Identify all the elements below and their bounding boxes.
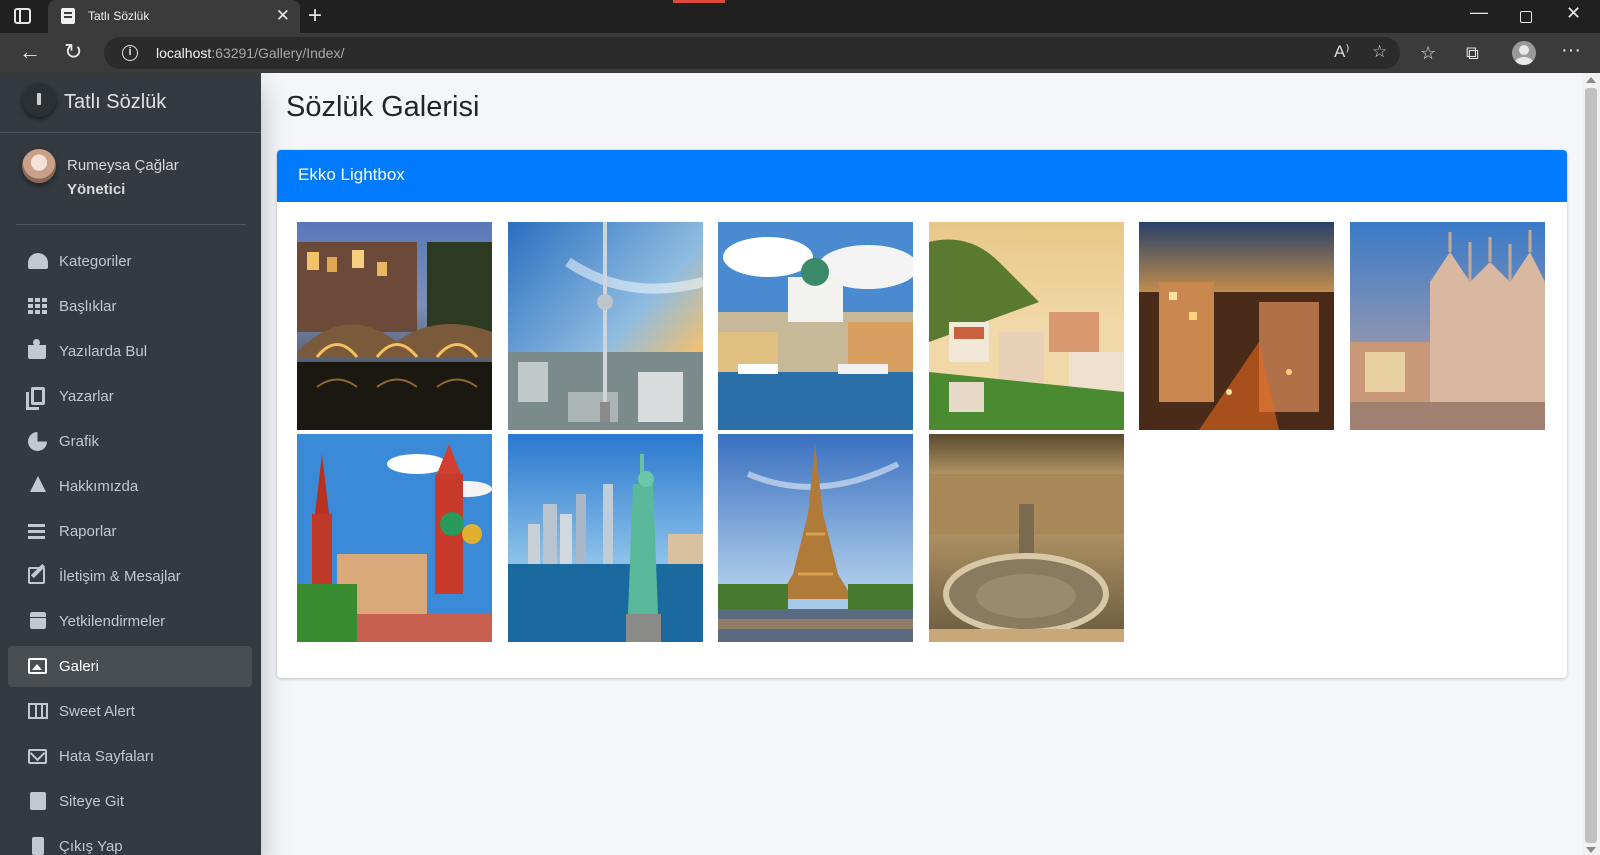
read-aloud-icon[interactable]: A⁾ <box>1334 42 1350 62</box>
gallery-card: Ekko Lightbox <box>277 150 1567 678</box>
lisbon-hillside-photo[interactable] <box>929 222 1124 430</box>
user-panel: Rumeysa Çağlar Yönetici <box>16 147 246 225</box>
paris-eiffel-photo[interactable] <box>718 434 913 642</box>
scroll-down-arrow-icon[interactable] <box>1586 847 1596 853</box>
favorites-icon[interactable]: ☆ <box>1420 43 1436 64</box>
sidebar-item-label: Başlıklar <box>59 298 117 315</box>
envelope-icon <box>28 749 47 764</box>
minimize-button[interactable]: — <box>1470 2 1488 23</box>
copy-icon <box>26 387 45 410</box>
madrid-night-photo[interactable] <box>1139 222 1334 430</box>
page-title: Sözlük Galerisi <box>286 91 480 123</box>
sidebar-item-label: Siteye Git <box>59 793 125 810</box>
tree-icon <box>30 476 46 492</box>
sidebar-item-label: Yazarlar <box>59 388 114 405</box>
berlin-tv-tower-photo[interactable] <box>508 222 703 430</box>
sidebar-item-label: Yetkilendirmeler <box>59 613 166 630</box>
user-name[interactable]: Rumeysa Çağlar <box>67 157 179 174</box>
sidebar-item-yetkilendirmeler[interactable]: Yetkilendirmeler <box>8 601 252 642</box>
card-header: Ekko Lightbox <box>277 150 1567 202</box>
vatican-square-photo[interactable] <box>929 434 1124 642</box>
book-reader-icon <box>28 339 46 359</box>
sidebar-nav: Kategoriler Başlıklar Yazılarda Bul Yaza… <box>8 241 252 855</box>
sidebar-item-label: Hata Sayfaları <box>59 748 155 765</box>
page-favicon-icon <box>61 8 75 24</box>
door-icon <box>32 837 44 855</box>
brand-logo-icon <box>22 83 56 117</box>
sidebar-item-hakkimizda[interactable]: Hakkımızda <box>8 466 252 507</box>
calendar-icon <box>30 612 46 629</box>
user-avatar <box>22 149 56 183</box>
back-arrow-icon[interactable]: ← <box>19 39 41 65</box>
page-scrollbar[interactable] <box>1582 73 1600 855</box>
sidebar-item-label: Sweet Alert <box>59 703 135 720</box>
card-title: Ekko Lightbox <box>298 165 405 184</box>
browser-tab[interactable]: Tatlı Sözlük ✕ <box>48 0 300 33</box>
sidebar-item-label: Kategoriler <box>59 253 132 270</box>
amsterdam-canal-photo[interactable] <box>297 222 492 430</box>
bars-icon <box>28 524 45 539</box>
tab-close-icon[interactable]: ✕ <box>276 6 290 26</box>
scroll-thumb[interactable] <box>1585 88 1597 843</box>
new-tab-button[interactable]: + <box>308 2 322 30</box>
moscow-kremlin-photo[interactable] <box>297 434 492 642</box>
url-field[interactable]: i localhost:63291/Gallery/Index/ A⁾ ☆ <box>104 37 1400 69</box>
sidebar-item-label: Çıkış Yap <box>59 838 123 855</box>
edit-icon <box>28 567 45 584</box>
milan-cathedral-photo[interactable] <box>1350 222 1545 430</box>
url-host: localhost <box>156 45 212 61</box>
new-york-liberty-photo[interactable] <box>508 434 703 642</box>
image-icon <box>28 658 47 674</box>
tab-title: Tatlı Sözlük <box>88 9 150 23</box>
sidebar-item-galeri[interactable]: Galeri <box>8 646 252 687</box>
sidebar-item-basliklar[interactable]: Başlıklar <box>8 286 252 327</box>
main-sidebar: Tatlı Sözlük Rumeysa Çağlar Yönetici Kat… <box>0 73 261 855</box>
tab-actions-icon[interactable] <box>14 8 31 24</box>
window-close-button[interactable]: ✕ <box>1566 3 1581 24</box>
address-bar: ← ↻ i localhost:63291/Gallery/Index/ A⁾ … <box>0 33 1600 73</box>
sidebar-item-label: Hakkımızda <box>59 478 139 495</box>
sidebar-item-label: Yazılarda Bul <box>59 343 148 360</box>
maximize-button[interactable] <box>1520 11 1532 23</box>
sidebar-item-sweet-alert[interactable]: Sweet Alert <box>8 691 252 732</box>
sidebar-item-iletisim[interactable]: İletişim & Mesajlar <box>8 556 252 597</box>
browser-tab-bar: Tatlı Sözlük ✕ + — ✕ <box>0 0 1600 33</box>
sidebar-item-label: İletişim & Mesajlar <box>59 568 181 585</box>
page-viewport: Tatlı Sözlük Rumeysa Çağlar Yönetici Kat… <box>0 73 1600 855</box>
gauge-icon <box>28 253 48 269</box>
sidebar-item-grafik[interactable]: Grafik <box>8 421 252 462</box>
sidebar-item-label: Grafik <box>59 433 100 450</box>
site-info-icon[interactable]: i <box>122 45 138 61</box>
sidebar-item-yazarlar[interactable]: Yazarlar <box>8 376 252 417</box>
sidebar-item-hata-sayfalari[interactable]: Hata Sayfaları <box>8 736 252 777</box>
recording-indicator <box>673 0 725 3</box>
user-role: Yönetici <box>67 181 126 198</box>
sidebar-item-siteye-git[interactable]: Siteye Git <box>8 781 252 822</box>
collections-icon[interactable]: ⧉ <box>1466 43 1479 64</box>
sidebar-item-yazilarda-bul[interactable]: Yazılarda Bul <box>8 331 252 372</box>
profile-avatar-icon[interactable] <box>1512 41 1536 65</box>
map-icon <box>28 703 48 719</box>
book-icon <box>30 792 46 810</box>
url-text: localhost:63291/Gallery/Index/ <box>156 45 344 61</box>
brand-text: Tatlı Sözlük <box>64 91 167 113</box>
url-path: :63291/Gallery/Index/ <box>211 45 345 61</box>
sidebar-item-cikis-yap[interactable]: Çıkış Yap <box>8 826 252 855</box>
brand-link[interactable]: Tatlı Sözlük <box>0 73 261 133</box>
add-favorite-icon[interactable]: ☆ <box>1372 42 1387 62</box>
more-options-icon[interactable]: ··· <box>1561 39 1581 62</box>
sidebar-item-label: Raporlar <box>59 523 117 540</box>
pie-chart-icon <box>28 432 47 451</box>
grid-icon <box>28 298 47 314</box>
helsinki-harbor-photo[interactable] <box>718 222 913 430</box>
sidebar-item-label: Galeri <box>59 658 100 675</box>
refresh-icon[interactable]: ↻ <box>64 39 82 65</box>
sidebar-item-raporlar[interactable]: Raporlar <box>8 511 252 552</box>
sidebar-item-kategoriler[interactable]: Kategoriler <box>8 241 252 282</box>
scroll-up-arrow-icon[interactable] <box>1586 77 1596 83</box>
